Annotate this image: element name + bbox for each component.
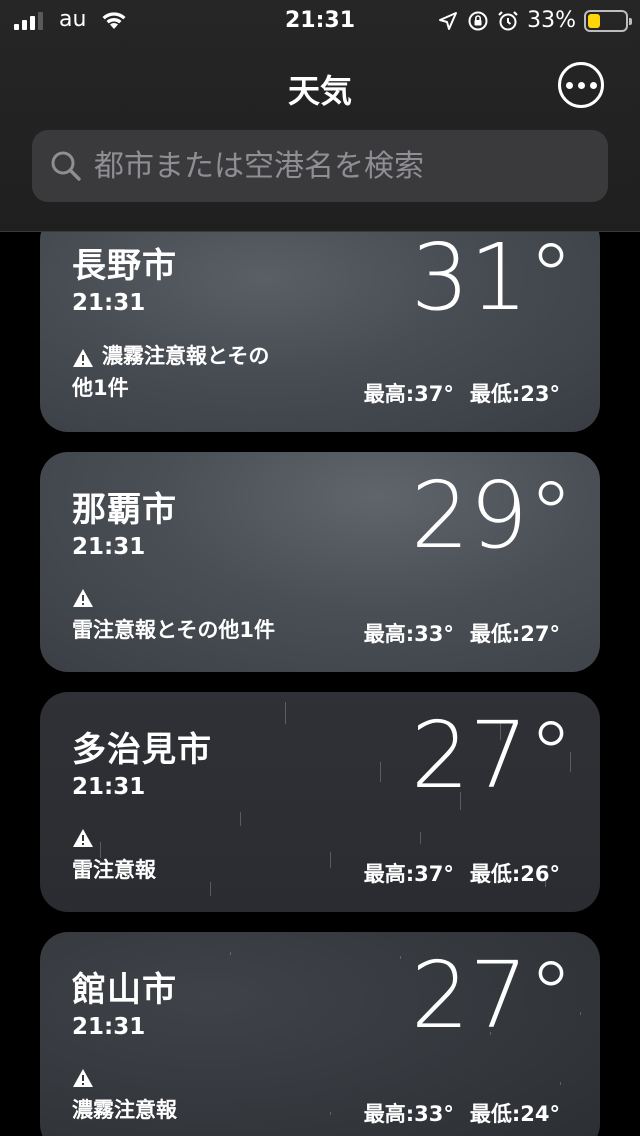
alert-text-line2: 他1件 (72, 376, 129, 400)
search-icon (51, 151, 81, 181)
city-card-nagano[interactable]: 長野市 21:31 31° 濃霧注意報とその 他1件 最高:37° 最低:23° (40, 212, 600, 432)
orientation-lock-icon (468, 11, 488, 30)
more-options-button[interactable] (558, 62, 604, 108)
alert-text: 雷注意報とその他1件 (72, 618, 275, 642)
city-temperature: 27° (410, 702, 574, 809)
warning-icon (73, 829, 93, 847)
city-time: 21:31 (72, 534, 146, 560)
city-temperature: 29° (410, 462, 574, 569)
city-name: 長野市 (72, 246, 177, 286)
city-name: 那覇市 (72, 490, 177, 530)
high-low: 最高:33° 最低:27° (364, 618, 560, 648)
city-card-tajimi[interactable]: 多治見市 21:31 27° 雷注意報 最高:37° 最低:26° (40, 692, 600, 912)
city-name: 館山市 (72, 970, 177, 1010)
low-temp: 最低:23° (469, 382, 560, 406)
city-temperature: 31° (410, 224, 574, 331)
low-temp: 最低:24° (469, 1102, 560, 1126)
alert-text: 濃霧注意報 (72, 1098, 177, 1122)
city-card-naha[interactable]: 那覇市 21:31 29° 雷注意報とその他1件 最高:33° 最低:27° (40, 452, 600, 672)
high-low: 最高:37° 最低:23° (364, 378, 560, 408)
ellipsis-dot (589, 81, 597, 89)
city-time: 21:31 (72, 774, 146, 800)
city-time: 21:31 (72, 290, 146, 316)
ellipsis-dot (577, 81, 585, 89)
search-input[interactable] (94, 148, 574, 184)
battery-percentage: 33% (527, 8, 576, 33)
high-temp: 最高:33° (363, 1102, 454, 1126)
high-temp: 最高:37° (363, 382, 454, 406)
high-low: 最高:33° 最低:24° (364, 1098, 560, 1128)
header: au 21:31 33% 天気 (0, 0, 640, 232)
low-temp: 最低:27° (469, 622, 560, 646)
page-title: 天気 (287, 72, 352, 110)
city-card-tateyama[interactable]: 館山市 21:31 27° 濃霧注意報 最高:33° 最低:24° (40, 932, 600, 1136)
status-bar: au 21:31 33% (0, 0, 640, 40)
city-temperature: 27° (410, 942, 574, 1049)
ellipsis-dot (565, 81, 573, 89)
high-temp: 最高:37° (363, 862, 454, 886)
low-temp: 最低:26° (469, 862, 560, 886)
alarm-clock-icon (498, 10, 518, 30)
high-temp: 最高:33° (363, 622, 454, 646)
location-arrow-icon (439, 11, 458, 30)
alert-text: 雷注意報 (72, 858, 156, 882)
battery-icon (584, 9, 632, 32)
alert-text-line1: 濃霧注意報とその (102, 344, 270, 368)
warning-icon (73, 1069, 93, 1087)
search-bar[interactable] (32, 130, 608, 202)
city-time: 21:31 (72, 1014, 146, 1040)
warning-icon (73, 589, 93, 607)
warning-icon (73, 349, 93, 367)
city-name: 多治見市 (72, 730, 212, 770)
high-low: 最高:37° 最低:26° (364, 858, 560, 888)
